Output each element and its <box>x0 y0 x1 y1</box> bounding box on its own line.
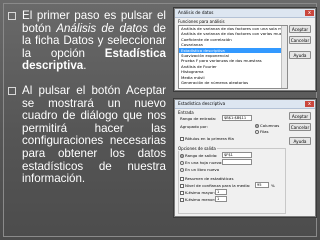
accept-button[interactable]: Aceptar <box>289 25 311 33</box>
new-book-option[interactable]: En un libro nuevo <box>180 167 219 172</box>
paragraph-2-text: Al pulsar el botón Aceptar se mostrará u… <box>22 84 166 185</box>
labels-first-row-label: Rótulos en la primera fila <box>185 136 234 141</box>
analysis-list-label: Funciones para análisis <box>178 19 225 24</box>
checkbox-icon <box>180 137 184 141</box>
checkbox-icon <box>180 184 184 188</box>
grouped-rows-option[interactable]: Filas <box>255 129 269 134</box>
analysis-dialog: Análisis de datos x Funciones para análi… <box>174 8 316 91</box>
confidence-level-option[interactable]: Nivel de confianza para la media: <box>180 183 250 188</box>
grouped-by-label: Agrupado por: <box>180 124 208 129</box>
k-smallest-label: K-ésimo menor: <box>185 197 216 202</box>
text-column: El primer paso es pulsar el botón Anális… <box>8 9 166 186</box>
summary-stats-label: Resumen de estadísticas <box>185 176 234 181</box>
close-icon[interactable]: x <box>305 101 314 107</box>
input-range-label: Rango de entrada: <box>180 116 217 121</box>
paragraph-1-run: . <box>83 59 87 73</box>
cancel-button[interactable]: Cancelar <box>289 36 311 44</box>
cancel-button[interactable]: Cancelar <box>289 123 311 131</box>
checkbox-icon <box>180 191 184 195</box>
confidence-level-field[interactable]: 95 <box>255 182 269 188</box>
summary-stats-option[interactable]: Resumen de estadísticas <box>180 176 233 181</box>
output-group-label: Opciones de salida <box>178 146 217 151</box>
output-range-option[interactable]: Rango de salida: <box>180 153 217 158</box>
radio-icon <box>255 130 259 134</box>
radio-icon <box>180 161 184 165</box>
new-sheet-option[interactable]: En una hoja nueva: <box>180 160 223 165</box>
k-smallest-option[interactable]: K-ésimo menor: <box>180 197 215 202</box>
input-range-field[interactable]: $B$1:$B$11 <box>222 115 252 121</box>
descriptive-stats-dialog: Estadística descriptiva x Entrada Rango … <box>174 99 316 217</box>
output-range-field[interactable]: $F$1 <box>222 152 252 158</box>
paragraph-1-run: Análisis de datos <box>56 21 148 35</box>
checkbox-icon <box>180 177 184 181</box>
paragraph-2: Al pulsar el botón Aceptar se mostrará u… <box>8 84 166 186</box>
k-largest-option[interactable]: K-ésimo mayor: <box>180 190 215 195</box>
help-button[interactable]: Ayuda <box>289 51 311 59</box>
help-button[interactable]: Ayuda <box>289 137 311 145</box>
accept-button[interactable]: Aceptar <box>289 112 311 120</box>
paragraph-1: El primer paso es pulsar el botón Anális… <box>8 9 166 73</box>
k-smallest-field[interactable]: 1 <box>215 196 227 202</box>
confidence-level-label: Nivel de confianza para la media: <box>185 183 251 188</box>
k-largest-label: K-ésimo mayor: <box>185 190 216 195</box>
confidence-unit: % <box>271 183 275 188</box>
paragraph-1-text: El primer paso es pulsar el botón Anális… <box>22 9 166 72</box>
new-book-label: En un libro nuevo <box>185 167 220 172</box>
grouped-columns-label: Columnas <box>260 123 280 128</box>
radio-icon <box>180 168 184 172</box>
radio-selected-icon <box>255 124 259 128</box>
labels-first-row-option[interactable]: Rótulos en la primera fila <box>180 136 234 141</box>
grouped-rows-label: Filas <box>260 129 269 134</box>
input-group-label: Entrada <box>178 110 194 115</box>
scrollbar[interactable] <box>281 26 287 88</box>
radio-selected-icon <box>180 154 184 158</box>
checkbox-icon <box>180 198 184 202</box>
analysis-dialog-title: Análisis de datos <box>175 9 315 18</box>
new-sheet-label: En una hoja nueva: <box>185 160 223 165</box>
output-range-label: Rango de salida: <box>185 153 218 158</box>
list-item[interactable]: Análisis de varianza de dos factores con… <box>179 31 287 36</box>
bullet-square-icon <box>8 12 16 20</box>
analysis-functions-list[interactable]: Análisis de varianza de dos factores con… <box>178 25 288 89</box>
list-item[interactable]: Generación de números aleatorios <box>179 80 287 85</box>
paragraph-2-run: Al pulsar el botón Aceptar se mostrará u… <box>22 83 166 186</box>
k-largest-field[interactable]: 1 <box>215 189 227 195</box>
grouped-columns-option[interactable]: Columnas <box>255 123 279 128</box>
new-sheet-field[interactable] <box>222 159 252 165</box>
bullet-square-icon <box>8 86 16 95</box>
close-icon[interactable]: x <box>305 10 314 16</box>
descriptive-stats-dialog-title: Estadística descriptiva <box>175 100 315 109</box>
